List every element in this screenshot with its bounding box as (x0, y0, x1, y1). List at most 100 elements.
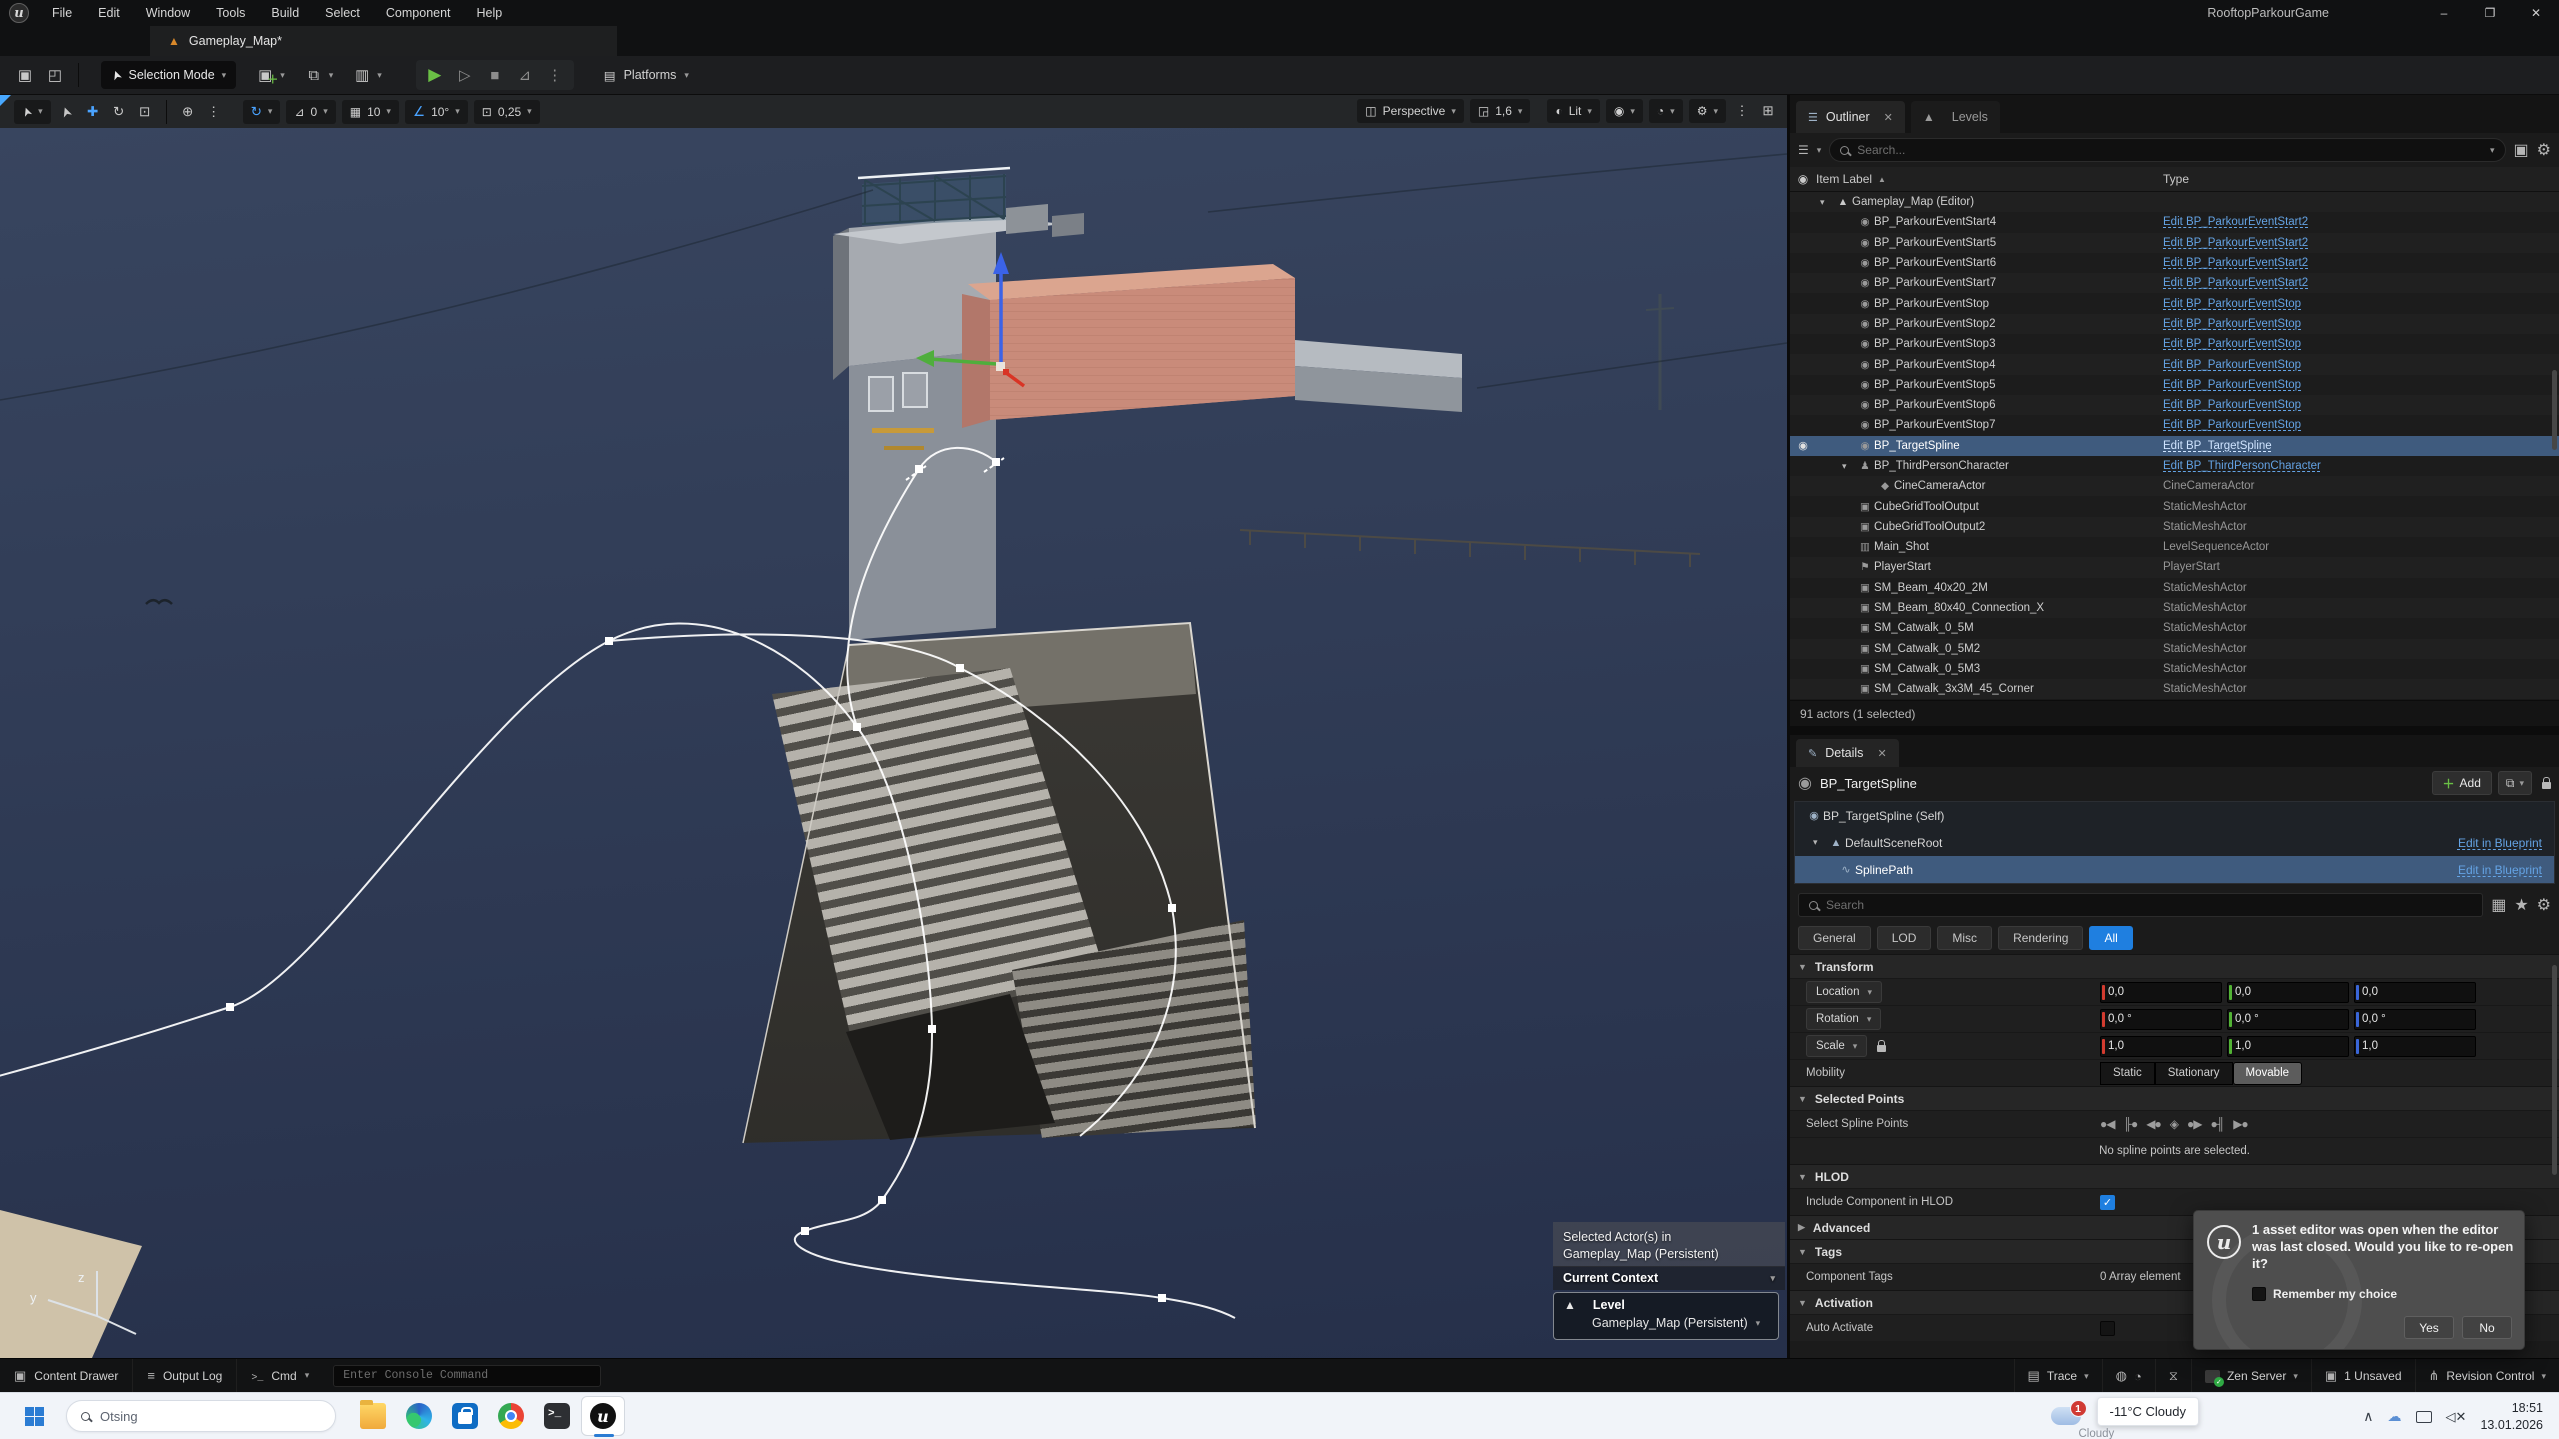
viewport-scene[interactable]: z y Selected Actor(s) in Gameplay_Map (P… (0, 128, 1787, 1358)
edit-blueprint-link[interactable]: Edit BP_ParkourEventStop (2163, 338, 2543, 350)
play-options-icon[interactable] (540, 61, 570, 89)
edit-blueprint-link[interactable]: Edit BP_ThirdPersonCharacter (2163, 460, 2543, 472)
filter-chip-all[interactable]: All (2089, 926, 2132, 950)
viewport-select-mode-dropdown[interactable]: ▾ (14, 100, 51, 124)
blueprints-icon[interactable] (299, 61, 329, 89)
no-button[interactable]: No (2462, 1316, 2512, 1339)
transform-value-field[interactable]: 1,0 (2354, 1036, 2476, 1057)
stop-button[interactable] (480, 61, 510, 89)
platforms-dropdown[interactable]: Platforms ▾ (604, 61, 689, 89)
outliner-row[interactable]: ◉BP_ParkourEventStart6Edit BP_ParkourEve… (1790, 253, 2559, 273)
filter-chip-rendering[interactable]: Rendering (1998, 926, 2083, 950)
cmd-dropdown[interactable]: Cmd ▾ (237, 1359, 323, 1393)
mobility-stationary[interactable]: Stationary (2155, 1062, 2233, 1085)
section-hlod[interactable]: ▼HLOD (1790, 1164, 2559, 1188)
console-command-input[interactable]: Enter Console Command (333, 1365, 601, 1387)
remember-checkbox[interactable] (2252, 1287, 2266, 1301)
filter-chip-lod[interactable]: LOD (1877, 926, 1932, 950)
expander-icon[interactable]: ▾ (1842, 461, 1856, 472)
details-scrollbar[interactable] (2552, 965, 2557, 1175)
outliner-row[interactable]: ◉BP_ParkourEventStop4Edit BP_ParkourEven… (1790, 354, 2559, 374)
tab-levels[interactable]: ▲ Levels (1911, 101, 2000, 133)
eject-button[interactable] (510, 61, 540, 89)
outliner-row[interactable]: ▣SM_Beam_80x40_Connection_XStaticMeshAct… (1790, 598, 2559, 618)
edit-blueprint-link[interactable]: Edit BP_ParkourEventStop (2163, 318, 2543, 330)
select-tool-icon[interactable] (54, 100, 80, 124)
yes-button[interactable]: Yes (2404, 1316, 2454, 1339)
zen-server-dropdown[interactable]: Zen Server ▾ (2191, 1359, 2311, 1393)
menu-window[interactable]: Window (133, 0, 203, 26)
outliner-row[interactable]: ⚑PlayerStartPlayerStart (1790, 557, 2559, 577)
transform-value-field[interactable]: 0,0 (2100, 982, 2222, 1003)
menu-help[interactable]: Help (464, 0, 516, 26)
unlock-icon[interactable] (2542, 782, 2551, 789)
outliner-row[interactable]: ▥Main_ShotLevelSequenceActor (1790, 537, 2559, 557)
blueprints-chevron[interactable]: ▾ (329, 70, 334, 81)
restore-button[interactable]: ❐ (2467, 0, 2513, 26)
scale-tool-icon[interactable] (132, 100, 158, 124)
edit-blueprint-link[interactable]: Edit BP_ParkourEventStop (2163, 399, 2543, 411)
outliner-row[interactable]: ▾♟BP_ThirdPersonCharacterEdit BP_ThirdPe… (1790, 456, 2559, 476)
outliner-row[interactable]: ◉BP_ParkourEventStopEdit BP_ParkourEvent… (1790, 293, 2559, 313)
minimize-button[interactable]: – (2421, 0, 2467, 26)
spline-all-points-button[interactable]: ◈ (2170, 1117, 2178, 1131)
outliner-search-input[interactable]: Search... ▾ (1829, 138, 2505, 162)
perspective-dropdown[interactable]: Perspective▾ (1357, 99, 1464, 123)
network-display-icon[interactable] (2416, 1411, 2432, 1423)
grid-snap-dropdown[interactable]: 10▾ (342, 100, 399, 124)
view-mode-dropdown[interactable]: Lit▾ (1547, 99, 1599, 123)
outliner-row[interactable]: ◉BP_ParkourEventStop5Edit BP_ParkourEven… (1790, 375, 2559, 395)
edit-blueprint-link[interactable]: Edit BP_ParkourEventStart2 (2163, 237, 2543, 249)
close-icon[interactable]: ✕ (1877, 747, 1886, 760)
outliner-scrollbar[interactable] (2552, 370, 2557, 450)
outliner-row[interactable]: ▣CubeGridToolOutputStaticMeshActor (1790, 496, 2559, 516)
edit-in-blueprint-link[interactable]: Edit in Blueprint (2458, 836, 2542, 850)
spline-control-points[interactable] (226, 458, 1176, 1302)
transform-rotation-dropdown[interactable]: Rotation▾ (1806, 1008, 1881, 1030)
component-tree-row[interactable]: ∿SplinePathEdit in Blueprint (1795, 856, 2554, 883)
viewport-options-icon[interactable] (1729, 99, 1755, 123)
transform-options-icon[interactable] (201, 100, 227, 124)
expander-icon[interactable]: ▾ (1820, 197, 1834, 208)
edge-taskbar-icon[interactable] (397, 1396, 441, 1436)
details-settings-icon[interactable] (2537, 895, 2551, 915)
edit-blueprint-link[interactable]: Edit BP_ParkourEventStop (2163, 419, 2543, 431)
play-button[interactable] (420, 61, 450, 89)
outliner-save-icon[interactable] (2514, 140, 2529, 160)
open-content-icon[interactable] (40, 61, 70, 89)
output-log-button[interactable]: Output Log (133, 1359, 237, 1393)
volume-muted-icon[interactable]: ◁✕ (2446, 1409, 2467, 1425)
weather-widget[interactable]: 1 Cloudy -11°C Cloudy (2051, 1397, 2200, 1426)
transform-value-field[interactable]: 1,0 (2100, 1036, 2222, 1057)
visibility-eye-icon[interactable]: ◉ (1790, 439, 1816, 452)
outliner-row[interactable]: ◉BP_ParkourEventStop7Edit BP_ParkourEven… (1790, 415, 2559, 435)
translate-gizmo[interactable] (916, 252, 1024, 386)
terminal-taskbar-icon[interactable] (535, 1396, 579, 1436)
outliner-row[interactable]: ◉BP_ParkourEventStart4Edit BP_ParkourEve… (1790, 212, 2559, 232)
selection-mode-dropdown[interactable]: Selection Mode ▾ (101, 61, 236, 89)
menu-select[interactable]: Select (312, 0, 373, 26)
store-taskbar-icon[interactable] (443, 1396, 487, 1436)
add-actor-icon[interactable]: ＋ (250, 61, 280, 89)
rotate-tool-icon[interactable] (106, 100, 132, 124)
outliner-row[interactable]: ◉BP_ParkourEventStart7Edit BP_ParkourEve… (1790, 273, 2559, 293)
target-spline-path[interactable] (0, 448, 1235, 1318)
tray-overflow-chevron-icon[interactable] (2363, 1408, 2373, 1425)
unsaved-button[interactable]: 1 Unsaved (2311, 1359, 2415, 1393)
blueprint-edit-dropdown[interactable]: ▾ (2498, 771, 2532, 795)
actor-snap-d-dropdown[interactable]: ▾ (243, 100, 281, 124)
start-button[interactable] (14, 1396, 54, 1436)
level-context-box[interactable]: ▲ Level Gameplay_Map (Persistent) ▾ (1553, 1292, 1779, 1340)
outliner-row[interactable]: ◉BP_ParkourEventStop2Edit BP_ParkourEven… (1790, 314, 2559, 334)
content-drawer-button[interactable]: Content Drawer (0, 1359, 133, 1393)
outliner-row[interactable]: ▾▲Gameplay_Map (Editor) (1790, 192, 2559, 212)
favorites-icon[interactable] (2514, 895, 2528, 915)
spline-prev-button[interactable]: ◀● (2146, 1117, 2160, 1131)
transform-value-field[interactable]: 0,0 (2227, 982, 2349, 1003)
tab-outliner[interactable]: Outliner ✕ (1796, 101, 1905, 133)
spline-next-button[interactable]: ●▶ (2187, 1117, 2201, 1131)
spline-prev-add-button[interactable]: ╟● (2123, 1117, 2137, 1131)
mobility-movable[interactable]: Movable (2233, 1062, 2302, 1085)
surface-snap-dropdown[interactable]: 0▾ (286, 100, 335, 124)
panel-splitter[interactable] (1790, 726, 2559, 735)
